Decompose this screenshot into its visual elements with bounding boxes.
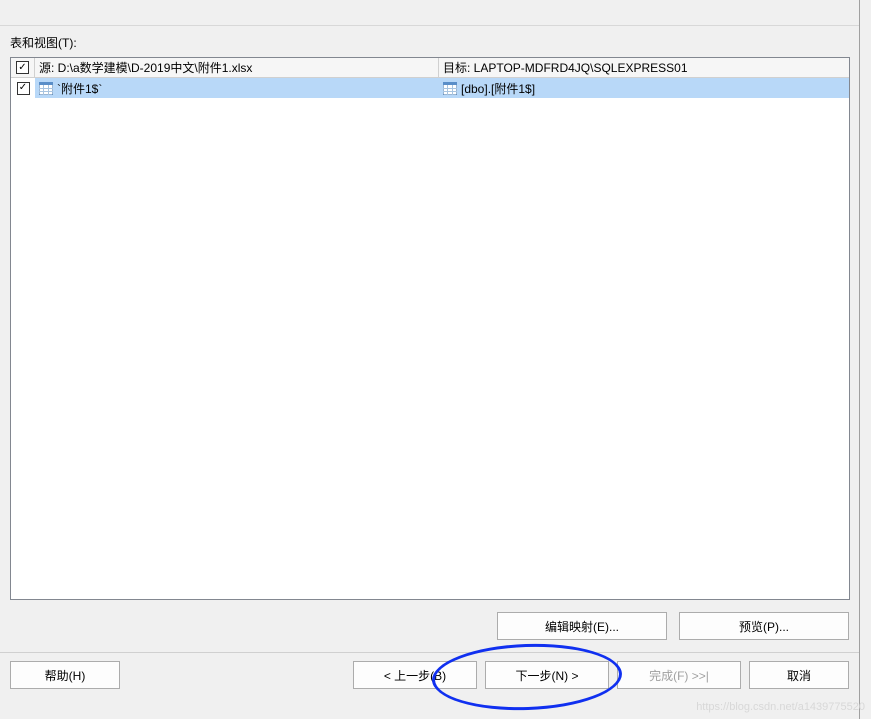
header-target-text: 目标: LAPTOP-MDFRD4JQ\SQLEXPRESS01 xyxy=(443,59,688,76)
table-header-row: ✓ 源: D:\a数学建模\D-2019中文\附件1.xlsx 目标: LAPT… xyxy=(11,58,849,78)
preview-button[interactable]: 预览(P)... xyxy=(679,612,849,640)
back-button[interactable]: < 上一步(B) xyxy=(353,661,477,689)
worksheet-icon xyxy=(39,82,53,95)
nav-button-row: 帮助(H) < 上一步(B) 下一步(N) > 完成(F) >>| 取消 xyxy=(0,652,859,697)
next-button[interactable]: 下一步(N) > xyxy=(485,661,609,689)
table-row[interactable]: ✓ `附件1$` xyxy=(11,78,849,98)
cancel-button[interactable]: 取消 xyxy=(749,661,849,689)
title-bar xyxy=(0,0,859,26)
header-source-text: 源: D:\a数学建模\D-2019中文\附件1.xlsx xyxy=(39,59,252,76)
header-target-column[interactable]: 目标: LAPTOP-MDFRD4JQ\SQLEXPRESS01 xyxy=(439,58,849,77)
action-button-row: 编辑映射(E)... 预览(P)... xyxy=(0,600,859,652)
row-target-text: [dbo].[附件1$] xyxy=(461,80,535,97)
tables-list: ✓ 源: D:\a数学建模\D-2019中文\附件1.xlsx 目标: LAPT… xyxy=(10,57,850,600)
select-all-checkbox[interactable]: ✓ xyxy=(16,61,29,74)
header-select-all-cell[interactable]: ✓ xyxy=(11,58,35,77)
finish-button: 完成(F) >>| xyxy=(617,661,741,689)
tables-views-label: 表和视图(T): xyxy=(10,34,849,51)
help-button[interactable]: 帮助(H) xyxy=(10,661,120,689)
table-icon xyxy=(443,82,457,95)
row-source-cell: `附件1$` xyxy=(35,78,439,98)
row-source-text: `附件1$` xyxy=(57,80,102,97)
row-target-cell: [dbo].[附件1$] xyxy=(439,78,849,98)
row-checkbox[interactable]: ✓ xyxy=(17,82,30,95)
watermark-text: https://blog.csdn.net/a1439775520 xyxy=(696,701,865,713)
header-source-column[interactable]: 源: D:\a数学建模\D-2019中文\附件1.xlsx xyxy=(35,58,439,77)
wizard-window: 表和视图(T): ✓ 源: D:\a数学建模\D-2019中文\附件1.xlsx… xyxy=(0,0,860,719)
row-checkbox-cell[interactable]: ✓ xyxy=(11,78,35,98)
content-area: 表和视图(T): ✓ 源: D:\a数学建模\D-2019中文\附件1.xlsx… xyxy=(0,26,859,600)
edit-mapping-button[interactable]: 编辑映射(E)... xyxy=(497,612,667,640)
